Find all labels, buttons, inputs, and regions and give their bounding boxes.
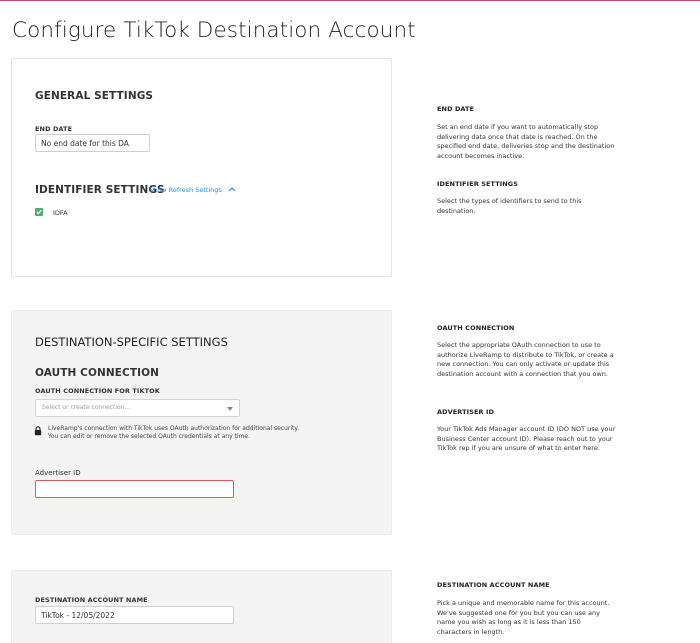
help-oauth-heading: OAUTH CONNECTION (437, 324, 515, 332)
help-oauth-text: Select the appropriate OAuth connection … (437, 341, 614, 378)
help-end-date-heading: END DATE (437, 105, 475, 113)
chevron-down-icon (227, 407, 233, 411)
lock-icon (34, 426, 42, 436)
end-date-label: END DATE (35, 125, 73, 133)
oauth-select-placeholder: Select or create connection... (42, 404, 131, 411)
account-name-card: DESTINATION ACCOUNT NAME (11, 570, 392, 643)
advertiser-id-label: Advertiser ID (35, 469, 81, 477)
help-account-name-heading: DESTINATION ACCOUNT NAME (437, 581, 550, 589)
help-advertiser-text: Your TikTok Ads Manager account ID (DO N… (437, 425, 616, 452)
help-end-date-text: Set an end date if you want to automatic… (437, 123, 615, 160)
oauth-connection-label: OAUTH CONNECTION FOR TIKTOK (35, 387, 160, 395)
help-account-name-text: Pick a unique and memorable name for thi… (437, 599, 610, 636)
oauth-connection-select[interactable]: Select or create connection... (35, 399, 240, 417)
checkmark-icon (36, 209, 42, 215)
identifier-settings-heading: IDENTIFIER SETTINGS (35, 184, 165, 196)
chevron-up-icon[interactable] (228, 186, 236, 192)
destination-specific-heading: DESTINATION-SPECIFIC SETTINGS (35, 335, 228, 349)
oauth-security-note-line1: LiveRamp's connection with TikTok uses O… (48, 425, 300, 432)
idfa-checkbox[interactable] (35, 208, 43, 216)
general-settings-card: GENERAL SETTINGS END DATE IDENTIFIER SET… (11, 58, 392, 277)
show-refresh-settings-link[interactable]: Show Refresh Settings (149, 186, 222, 194)
help-advertiser-heading: ADVERTISER ID (437, 408, 494, 416)
destination-specific-card: DESTINATION-SPECIFIC SETTINGS OAUTH CONN… (11, 310, 392, 535)
top-accent-line (0, 0, 700, 1)
advertiser-id-input[interactable] (35, 480, 234, 498)
general-settings-heading: GENERAL SETTINGS (35, 90, 154, 102)
account-name-label: DESTINATION ACCOUNT NAME (35, 596, 148, 604)
end-date-input[interactable] (35, 134, 150, 152)
help-identifier-text: Select the types of identifiers to send … (437, 197, 582, 215)
help-identifier-heading: IDENTIFIER SETTINGS (437, 180, 519, 188)
page-title: Configure TikTok Destination Account (12, 18, 416, 43)
idfa-label: IDFA (53, 209, 68, 217)
oauth-connection-heading: OAUTH CONNECTION (35, 367, 160, 379)
oauth-security-note-line2: You can edit or remove the selected OAut… (48, 433, 251, 440)
account-name-input[interactable] (35, 606, 234, 624)
